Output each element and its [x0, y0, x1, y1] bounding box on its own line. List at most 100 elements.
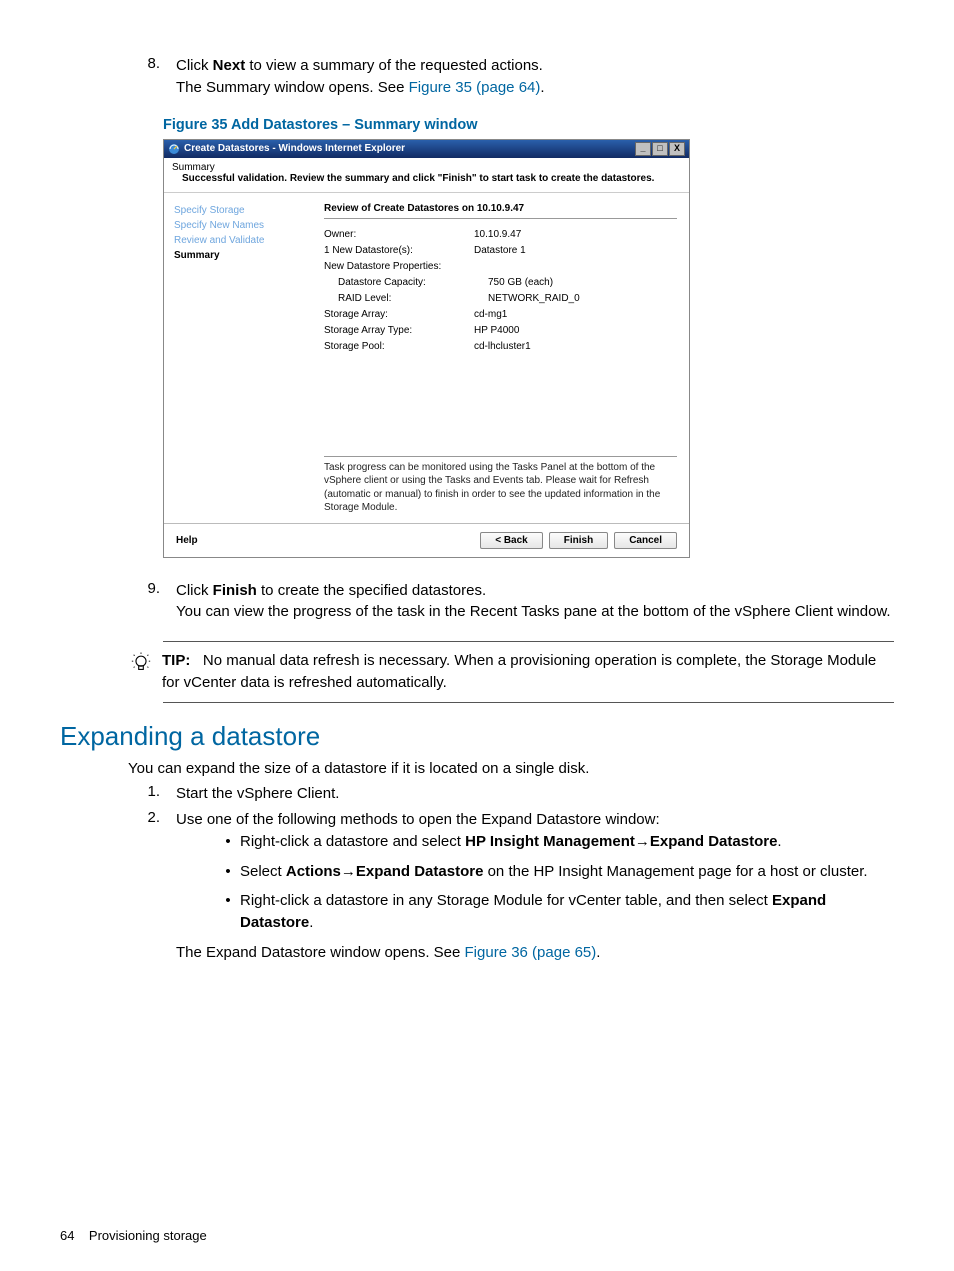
ie-icon	[168, 143, 180, 155]
kv-val: cd-lhcluster1	[474, 339, 531, 355]
table-row: RAID Level:NETWORK_RAID_0	[324, 291, 677, 307]
kv-key: Datastore Capacity:	[324, 275, 488, 291]
dialog-header: Summary Successful validation. Review th…	[164, 158, 689, 193]
text: .	[540, 79, 544, 96]
menu-label: Expand Datastore	[650, 833, 778, 850]
table-row: Storage Array:cd-mg1	[324, 307, 677, 323]
step-2: 2. Use one of the following methods to o…	[120, 809, 894, 964]
kv-key: Storage Pool:	[324, 339, 474, 355]
page-footer: 64 Provisioning storage	[60, 1228, 207, 1243]
figure-link[interactable]: Figure 35 (page 64)	[409, 79, 541, 96]
divider	[163, 641, 894, 642]
divider	[163, 702, 894, 703]
dialog-figure: Create Datastores - Windows Internet Exp…	[163, 139, 690, 558]
menu-label: HP Insight Management	[465, 833, 635, 850]
text: The Summary window opens. See	[176, 79, 409, 96]
step-body: Click Finish to create the specified dat…	[176, 580, 894, 624]
tip-body: TIP: No manual data refresh is necessary…	[162, 650, 894, 694]
kv-key: 1 New Datastore(s):	[324, 243, 474, 259]
step-body: Start the vSphere Client.	[176, 783, 894, 805]
footer-title: Provisioning storage	[89, 1228, 207, 1243]
text: Click	[176, 57, 213, 74]
nav-specify-new-names[interactable]: Specify New Names	[174, 218, 324, 233]
arrow-icon: →	[635, 833, 650, 850]
page-number: 64	[60, 1228, 74, 1243]
menu-label: Expand Datastore	[356, 863, 484, 880]
intro-text: You can expand the size of a datastore i…	[128, 758, 894, 780]
maximize-icon[interactable]: □	[652, 142, 668, 156]
close-icon[interactable]: X	[669, 142, 685, 156]
step-number: 8.	[120, 55, 176, 99]
table-row: Datastore Capacity:750 GB (each)	[324, 275, 677, 291]
dialog-buttons: Help < Back Finish Cancel	[164, 523, 689, 557]
kv-key: New Datastore Properties:	[324, 259, 474, 275]
kv-val: Datastore 1	[474, 243, 526, 259]
text: Right-click a datastore and select	[240, 833, 465, 850]
step-1: 1. Start the vSphere Client.	[120, 783, 894, 805]
cancel-button[interactable]: Cancel	[614, 532, 677, 549]
dialog-header-title: Summary	[172, 162, 681, 173]
kv-val: HP P4000	[474, 323, 519, 339]
text: .	[309, 914, 313, 931]
dialog-header-sub: Successful validation. Review the summar…	[172, 173, 681, 184]
step-9: 9. Click Finish to create the specified …	[120, 580, 894, 624]
wizard-nav: Specify Storage Specify New Names Review…	[164, 193, 324, 523]
list-item: • Right-click a datastore and select HP …	[216, 831, 894, 853]
kv-key: Owner:	[324, 227, 474, 243]
text: to view a summary of the requested actio…	[245, 57, 543, 74]
table-row: New Datastore Properties:	[324, 259, 677, 275]
ui-label-next: Next	[213, 57, 246, 74]
review-header: Review of Create Datastores on 10.10.9.4…	[324, 203, 677, 219]
section-heading: Expanding a datastore	[60, 721, 894, 752]
dialog-title: Create Datastores - Windows Internet Exp…	[184, 143, 405, 154]
window-controls: _ □ X	[634, 142, 685, 156]
table-row: Storage Array Type:HP P4000	[324, 323, 677, 339]
tip-label: TIP:	[162, 652, 190, 669]
step-body: Use one of the following methods to open…	[176, 809, 894, 964]
table-row: 1 New Datastore(s):Datastore 1	[324, 243, 677, 259]
kv-key: Storage Array Type:	[324, 323, 474, 339]
back-button[interactable]: < Back	[480, 532, 543, 549]
help-button[interactable]: Help	[176, 535, 198, 546]
bullet-icon: •	[216, 861, 240, 883]
list-item: • Right-click a datastore in any Storage…	[216, 890, 894, 934]
nav-specify-storage[interactable]: Specify Storage	[174, 203, 324, 218]
text: .	[777, 833, 781, 850]
kv-key: RAID Level:	[324, 291, 488, 307]
text: .	[596, 944, 600, 961]
kv-val: 10.10.9.47	[474, 227, 521, 243]
text: Right-click a datastore in any Storage M…	[240, 892, 772, 909]
text: You can view the progress of the task in…	[176, 603, 891, 620]
text: Click	[176, 582, 213, 599]
step-number: 2.	[120, 809, 176, 964]
step-number: 1.	[120, 783, 176, 805]
text: Select	[240, 863, 286, 880]
finish-button[interactable]: Finish	[549, 532, 608, 549]
figure-link[interactable]: Figure 36 (page 65)	[465, 944, 597, 961]
step-number: 9.	[120, 580, 176, 624]
kv-val: 750 GB (each)	[488, 275, 553, 291]
kv-val: cd-mg1	[474, 307, 507, 323]
text: The Expand Datastore window opens. See	[176, 944, 465, 961]
nav-review-validate[interactable]: Review and Validate	[174, 233, 324, 248]
bullet-icon: •	[216, 831, 240, 853]
list-item: • Select Actions→Expand Datastore on the…	[216, 861, 894, 883]
nav-summary: Summary	[174, 248, 324, 263]
text: on the HP Insight Management page for a …	[483, 863, 867, 880]
table-row: Owner:10.10.9.47	[324, 227, 677, 243]
dialog-footnote: Task progress can be monitored using the…	[324, 456, 677, 515]
minimize-icon[interactable]: _	[635, 142, 651, 156]
titlebar: Create Datastores - Windows Internet Exp…	[164, 140, 689, 158]
ui-label-finish: Finish	[213, 582, 257, 599]
dialog-main: Review of Create Datastores on 10.10.9.4…	[324, 193, 689, 523]
kv-val: NETWORK_RAID_0	[488, 291, 580, 307]
tip-text: No manual data refresh is necessary. Whe…	[162, 652, 876, 691]
kv-key: Storage Array:	[324, 307, 474, 323]
text: Use one of the following methods to open…	[176, 811, 660, 828]
tip-box: TIP: No manual data refresh is necessary…	[120, 650, 894, 694]
step-body: Click Next to view a summary of the requ…	[176, 55, 894, 99]
lightbulb-icon	[120, 650, 162, 694]
step-8: 8. Click Next to view a summary of the r…	[120, 55, 894, 99]
bullet-icon: •	[216, 890, 240, 934]
arrow-icon: →	[341, 863, 356, 880]
